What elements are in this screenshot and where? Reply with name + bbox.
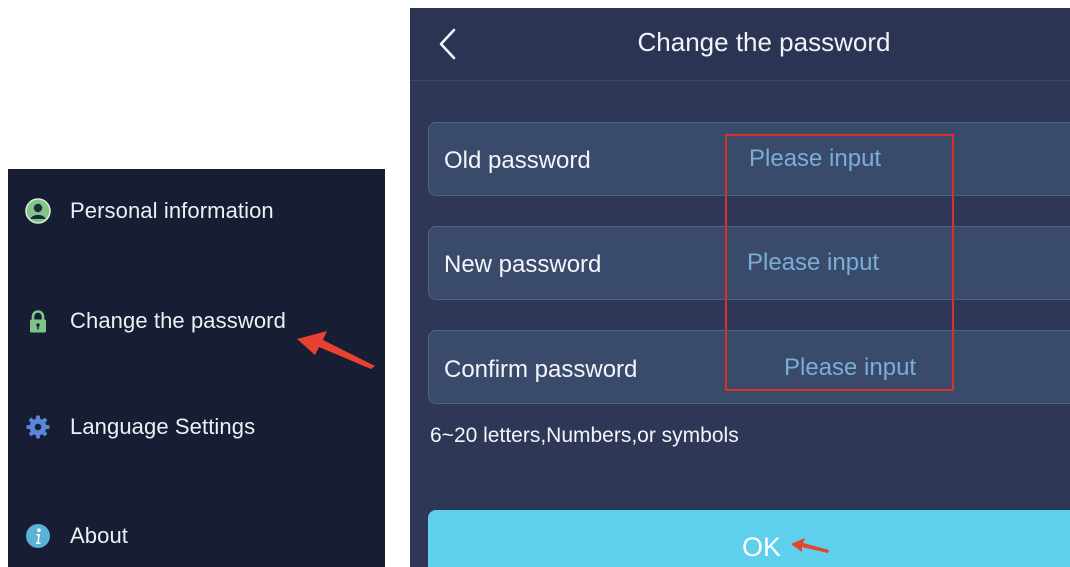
- annotation-arrow-icon: [791, 538, 829, 553]
- screenshot-stage: Personal information Change the password: [0, 0, 1070, 567]
- annotation-arrow-icon: [297, 331, 375, 369]
- new-password-input[interactable]: [747, 246, 967, 280]
- old-password-input[interactable]: [749, 142, 969, 176]
- menu-item-label: Change the password: [70, 308, 286, 333]
- gear-icon: [25, 414, 51, 440]
- page-title: Change the password: [637, 27, 891, 57]
- confirm-password-row: Confirm password: [428, 330, 1070, 404]
- new-password-label: New password: [444, 251, 602, 278]
- old-password-row: Old password: [428, 122, 1070, 196]
- person-icon: [25, 198, 51, 224]
- settings-menu: Personal information Change the password: [8, 169, 385, 567]
- confirm-password-input[interactable]: [784, 351, 1004, 385]
- menu-item-about[interactable]: About: [8, 506, 385, 566]
- menu-item-label: About: [70, 523, 128, 548]
- info-icon: [25, 523, 51, 549]
- change-password-screen: Change the password Old password New pas…: [410, 8, 1070, 567]
- ok-button-label: OK: [742, 532, 782, 562]
- confirm-password-label: Confirm password: [444, 356, 638, 383]
- menu-item-label: Personal information: [70, 198, 274, 223]
- ok-button[interactable]: OK: [428, 510, 1070, 567]
- menu-item-language-settings[interactable]: Language Settings: [8, 397, 385, 457]
- password-rule-hint: 6~20 letters,Numbers,or symbols: [430, 424, 739, 447]
- lock-icon: [25, 308, 51, 334]
- old-password-label: Old password: [444, 147, 591, 174]
- navigation-bar: Change the password: [410, 8, 1070, 81]
- new-password-row: New password: [428, 226, 1070, 300]
- menu-item-label: Language Settings: [70, 414, 256, 439]
- menu-item-personal-information[interactable]: Personal information: [8, 181, 385, 241]
